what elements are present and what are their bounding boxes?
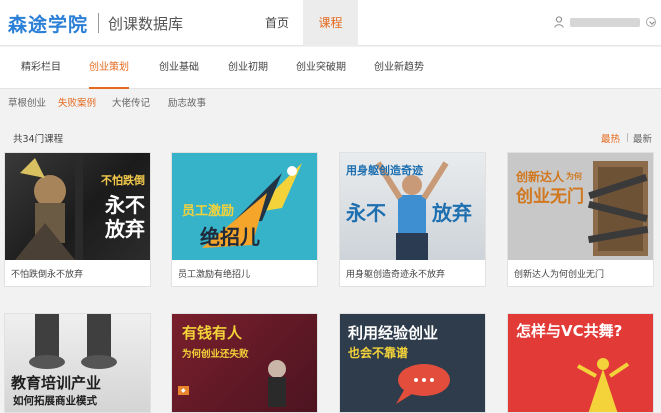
course-card[interactable]: 怎样与VC共舞?: [507, 313, 654, 413]
user-icon: [554, 16, 564, 28]
nav-courses[interactable]: 课程: [303, 0, 358, 46]
category-tabs: 精彩栏目 创业策划 创业基础 创业初期 创业突破期 创业新趋势: [0, 47, 661, 89]
course-card[interactable]: 不怕跌倒 永不 放弃 不怕跌倒永不放弃: [4, 152, 151, 287]
tab-early-stage[interactable]: 创业初期: [228, 47, 268, 89]
badge-tag: ◆: [178, 386, 189, 395]
art-line: 怎样与VC共舞?: [516, 322, 623, 340]
subtab-biographies[interactable]: 大佬传记: [112, 90, 150, 118]
subtab-inspirational[interactable]: 励志故事: [168, 90, 206, 118]
art-line: 永不: [105, 193, 145, 217]
course-card[interactable]: 利用经验创业 也会不靠谱: [339, 313, 486, 413]
art-line: 员工激励: [182, 204, 235, 219]
art-line: 有钱有人: [182, 324, 243, 342]
top-header: 森途学院 创课数据库 首页 课程: [0, 0, 661, 46]
course-card[interactable]: 用身躯创造奇迹 永不 放弃 用身躯创造奇迹永不放弃: [339, 152, 486, 287]
logo-divider: [98, 13, 99, 33]
course-title[interactable]: 不怕跌倒永不放弃: [11, 267, 83, 280]
subtab-failure-cases[interactable]: 失败案例: [58, 90, 96, 118]
course-count: 共34门课程: [13, 134, 64, 145]
user-menu[interactable]: [554, 14, 656, 30]
art-line: 也会不靠谱: [348, 346, 409, 360]
course-title[interactable]: 创新达人为何创业无门: [514, 267, 604, 280]
sort-divider: [627, 133, 628, 142]
course-thumbnail[interactable]: 有钱有人 为何创业还失败 ◆: [172, 314, 317, 412]
sort-newest[interactable]: 最新: [633, 131, 652, 145]
tab-featured[interactable]: 精彩栏目: [21, 47, 61, 89]
art-line: 创业无门: [516, 187, 584, 207]
course-thumbnail[interactable]: 利用经验创业 也会不靠谱: [340, 314, 485, 412]
tab-breakthrough-stage[interactable]: 创业突破期: [296, 47, 346, 89]
art-line: 放弃: [105, 217, 145, 241]
course-thumbnail[interactable]: 用身躯创造奇迹 永不 放弃: [340, 153, 485, 260]
chevron-down-icon[interactable]: [646, 17, 656, 27]
sort-hottest[interactable]: 最热: [601, 131, 620, 145]
art-line: 如何拓展商业模式: [13, 395, 97, 407]
sub-tabs: 草根创业 失败案例 大佬传记 励志故事: [0, 90, 661, 118]
art-line: 为何: [566, 172, 582, 181]
art-line: 为何创业还失败: [182, 349, 249, 360]
art-line: 不怕跌倒: [101, 174, 145, 187]
course-card[interactable]: 员工激励 绝招儿 员工激励有绝招儿: [171, 152, 318, 287]
course-thumbnail[interactable]: 怎样与VC共舞?: [508, 314, 653, 412]
user-name-blurred: [570, 17, 640, 27]
course-thumbnail[interactable]: 不怕跌倒 永不 放弃: [5, 153, 150, 260]
course-title[interactable]: 用身躯创造奇迹永不放弃: [346, 267, 445, 280]
art-line: 放弃: [432, 201, 472, 225]
course-thumbnail[interactable]: 教育培训产业 如何拓展商业模式: [5, 314, 150, 412]
course-thumbnail[interactable]: 员工激励 绝招儿: [172, 153, 317, 260]
course-card[interactable]: 创新达人 为何 创业无门 创新达人为何创业无门: [507, 152, 654, 287]
art-line: 用身躯创造奇迹: [346, 164, 423, 177]
course-card[interactable]: 教育培训产业 如何拓展商业模式: [4, 313, 151, 413]
art-line: 绝招儿: [200, 225, 260, 249]
tab-startup-planning[interactable]: 创业策划: [89, 47, 129, 89]
tab-startup-basics[interactable]: 创业基础: [159, 47, 199, 89]
course-thumbnail[interactable]: 创新达人 为何 创业无门: [508, 153, 653, 260]
site-subtitle: 创课数据库: [108, 15, 184, 33]
subtab-grassroots[interactable]: 草根创业: [8, 90, 46, 118]
art-line: 创新达人: [516, 170, 565, 184]
site-logo[interactable]: 森途学院: [8, 10, 88, 37]
art-line: 永不: [346, 201, 386, 225]
nav-home[interactable]: 首页: [252, 0, 302, 46]
course-title[interactable]: 员工激励有绝招儿: [178, 267, 250, 280]
art-line: 利用经验创业: [348, 324, 439, 342]
tab-new-trends[interactable]: 创业新趋势: [374, 47, 424, 89]
course-card[interactable]: 有钱有人 为何创业还失败 ◆: [171, 313, 318, 413]
art-line: 教育培训产业: [11, 374, 102, 392]
